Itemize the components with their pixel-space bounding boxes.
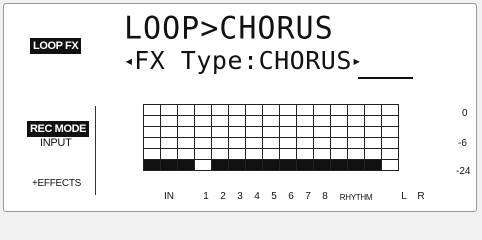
channel-label-0: IN — [164, 191, 174, 202]
channel-label-7: 7 — [305, 191, 311, 202]
meter-cell — [279, 159, 297, 171]
cursor-underline — [358, 77, 413, 79]
channel-label-2: 2 — [220, 191, 226, 202]
meter-cell — [262, 159, 280, 171]
lcd-title: LOOP>CHORUS — [124, 10, 334, 47]
effects-option[interactable]: +EFFECTS — [32, 178, 81, 189]
meter-cell — [160, 159, 178, 171]
loop-fx-badge: LOOP FX — [30, 38, 82, 54]
channel-label-6: 6 — [288, 191, 294, 202]
channel-label-4: 4 — [254, 191, 260, 202]
meter-cell — [347, 159, 365, 171]
scale-label-6: -6 — [458, 138, 467, 149]
rec-mode-badge: REC MODE — [27, 121, 90, 137]
channel-label-3: 3 — [237, 191, 243, 202]
channel-label-11: R — [417, 191, 425, 202]
channel-label-1: 1 — [203, 191, 209, 202]
channel-label-8: 8 — [322, 191, 328, 202]
fx-type-line[interactable]: ◂FX Type:CHORUS▸ — [124, 48, 362, 73]
input-option[interactable]: INPUT — [40, 137, 72, 149]
arrow-right-icon[interactable]: ▸ — [352, 51, 362, 70]
meter-cell — [245, 159, 263, 171]
divider — [95, 106, 96, 195]
meter-cell — [228, 159, 246, 171]
meter-cell — [381, 159, 399, 171]
scale-label-0: 0 — [462, 108, 468, 119]
scale-label-24: -24 — [456, 166, 471, 177]
meter-cell — [211, 159, 229, 171]
meter-cell — [194, 159, 212, 171]
channel-label-10: L — [401, 191, 407, 202]
meter-cell — [296, 159, 314, 171]
channel-label-9: RHYTHM — [339, 193, 373, 202]
meter-cell — [330, 159, 348, 171]
fx-type-value[interactable]: CHORUS — [259, 46, 352, 75]
meter-cell — [364, 159, 382, 171]
meter-cell — [313, 159, 331, 171]
fx-type-label: FX Type: — [134, 46, 259, 75]
meter-cell — [177, 159, 195, 171]
meter-frame-right — [398, 104, 399, 171]
meter-cell — [143, 159, 161, 171]
channel-label-5: 5 — [271, 191, 277, 202]
arrow-left-icon[interactable]: ◂ — [124, 51, 134, 70]
